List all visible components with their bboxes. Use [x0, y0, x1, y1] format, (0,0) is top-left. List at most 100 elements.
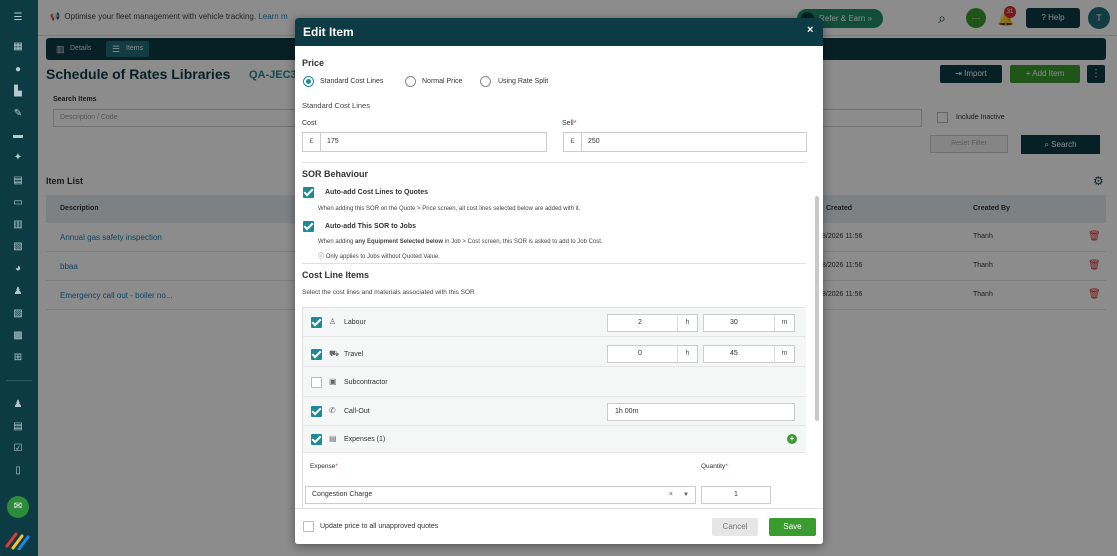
list-icon[interactable]: ▤ [11, 420, 25, 434]
cost-value: 175 [327, 138, 339, 145]
currency-symbol: £ [564, 133, 582, 151]
sell-field[interactable]: £ 250 [563, 132, 807, 152]
minutes-unit: m [774, 346, 794, 362]
update-price-checkbox[interactable] [303, 521, 314, 532]
cost-line-expenses: ▤ Expenses (1) + [303, 426, 806, 453]
hours-unit: h [677, 346, 697, 362]
auto-add-jobs-checkbox[interactable] [303, 221, 314, 232]
chevron-down-icon[interactable]: ▼ [683, 487, 689, 503]
cost-line-heading: Cost Line Items [302, 270, 370, 280]
callout-label: Call-Out [344, 408, 370, 415]
expense-editor: Expense* Quantity* Congestion Charge × ▼… [303, 453, 806, 508]
sidebar-divider [6, 380, 32, 381]
cost-line-callout: ✆ Call-Out 1h 00m [303, 397, 806, 426]
edit-icon[interactable]: ✎ [11, 107, 25, 121]
radio-standard-cost-lines[interactable] [303, 76, 314, 87]
invoice-icon[interactable]: ▥ [11, 218, 25, 232]
modal-body: Price Standard Cost Lines Normal Price U… [295, 46, 823, 508]
expense-value: Congestion Charge [312, 491, 373, 498]
people-icon[interactable]: ♟ [11, 398, 25, 412]
cost-line-panel: ♙ Labour 2 h 30 m ⛟ Travel 0 h 45 m ▣ Su… [302, 307, 806, 508]
labour-hours: 2 [638, 319, 642, 326]
travel-checkbox[interactable] [311, 349, 322, 360]
expense-label: Expense* [310, 463, 338, 470]
app-logo-icon [5, 532, 30, 550]
labour-hours-input[interactable]: 2 h [607, 314, 698, 332]
cost-label: Cost [302, 120, 317, 127]
car-icon[interactable]: ▬ [11, 129, 25, 143]
cost-field[interactable]: £ 175 [302, 132, 547, 152]
quantity-label: Quantity* [701, 463, 728, 470]
save-button[interactable]: Save [769, 518, 816, 536]
minutes-unit: m [774, 315, 794, 331]
book-icon[interactable]: ▨ [11, 307, 25, 321]
building-icon[interactable]: ▙ [11, 85, 25, 99]
labour-minutes-input[interactable]: 30 m [703, 314, 795, 332]
expense-label-text: Expense [310, 463, 336, 470]
travel-minutes-input[interactable]: 45 m [703, 345, 795, 363]
callout-input[interactable]: 1h 00m [607, 403, 795, 421]
apps-icon[interactable]: ⊞ [11, 351, 25, 365]
close-icon[interactable]: × [807, 24, 813, 36]
modal-footer: Update price to all unapproved quotes Ca… [295, 508, 823, 544]
travel-hours-input[interactable]: 0 h [607, 345, 698, 363]
currency-symbol: £ [303, 133, 321, 151]
radio-label: Normal Price [422, 78, 463, 85]
cancel-button[interactable]: Cancel [712, 518, 758, 536]
help-bold: any Equipment Selected below [355, 239, 444, 245]
card-icon[interactable]: ▭ [11, 196, 25, 210]
auto-add-quotes-label: Auto-add Cost Lines to Quotes [325, 189, 429, 196]
expense-select[interactable]: Congestion Charge × ▼ [305, 486, 696, 504]
auto-add-quotes-help: When adding this SOR on the Quote > Pric… [318, 206, 581, 212]
auto-add-jobs-label: Auto-add This SOR to Jobs [325, 223, 416, 230]
labour-label: Labour [344, 319, 366, 326]
edit-item-modal: Edit Item × Price Standard Cost Lines No… [295, 18, 823, 544]
modal-header: Edit Item × [295, 18, 823, 46]
quantity-value: 1 [734, 491, 738, 498]
radio-using-rate-split[interactable] [480, 76, 491, 87]
pie-chart-icon[interactable]: ◕ [11, 262, 25, 276]
wrench-icon[interactable]: ✦ [11, 151, 25, 165]
chat-icon[interactable]: ✉ [7, 496, 29, 518]
auto-add-jobs-help: When adding any Equipment Selected below… [318, 239, 603, 245]
store-icon[interactable]: ▩ [11, 329, 25, 343]
dashboard-icon[interactable]: ▦ [11, 40, 25, 54]
sell-label-text: Sell [562, 120, 574, 127]
modal-title: Edit Item [303, 25, 354, 39]
cost-line-travel: ⛟ Travel 0 h 45 m [303, 338, 806, 367]
id-card-icon: ▣ [329, 377, 337, 386]
auto-add-quotes-checkbox[interactable] [303, 187, 314, 198]
radio-normal-price[interactable] [405, 76, 416, 87]
labour-minutes: 30 [730, 319, 738, 326]
hours-unit: h [677, 315, 697, 331]
clipboard-icon[interactable]: ▤ [11, 174, 25, 188]
person-icon: ♙ [329, 317, 337, 326]
quantity-input[interactable]: 1 [701, 486, 771, 504]
checklist-icon[interactable]: ☑ [11, 442, 25, 456]
expenses-label: Expenses (1) [344, 436, 386, 443]
callout-checkbox[interactable] [311, 406, 322, 417]
user-icon[interactable]: ● [11, 63, 25, 77]
document-icon[interactable]: ▧ [11, 240, 25, 254]
team-icon[interactable]: ♟ [11, 285, 25, 299]
labour-checkbox[interactable] [311, 317, 322, 328]
modal-scrollbar[interactable] [815, 196, 819, 421]
menu-icon[interactable]: ☰ [11, 11, 25, 25]
help-prefix: When adding [318, 239, 354, 245]
clear-icon[interactable]: × [669, 487, 673, 503]
cost-line-help: Select the cost lines and materials asso… [302, 289, 475, 296]
price-heading: Price [302, 58, 325, 68]
radio-label: Using Rate Split [498, 78, 549, 85]
travel-hours: 0 [638, 350, 642, 357]
standard-cost-heading: Standard Cost Lines [302, 101, 370, 110]
car-icon: ⛟ [329, 349, 340, 358]
travel-label: Travel [344, 351, 364, 358]
sell-value: 250 [588, 138, 600, 145]
info-icon: ⓘ [318, 254, 325, 260]
expenses-checkbox[interactable] [311, 434, 322, 445]
money-icon: ▤ [329, 434, 337, 443]
mobile-icon[interactable]: ▯ [11, 464, 25, 478]
add-expense-icon[interactable]: + [787, 434, 797, 444]
radio-label: Standard Cost Lines [320, 78, 384, 85]
subcontractor-checkbox[interactable] [311, 377, 322, 388]
